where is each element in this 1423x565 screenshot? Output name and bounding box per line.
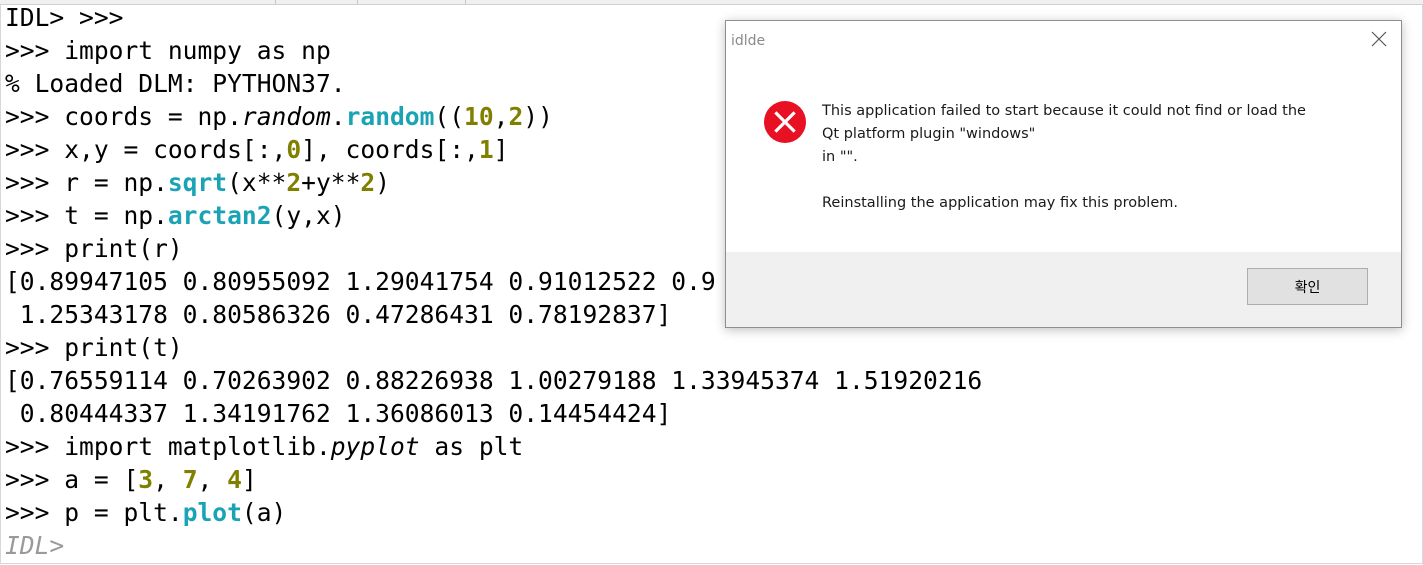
console-line: >>> t = np.arctan2(y,x) [5, 199, 346, 232]
console-line: % Loaded DLM: PYTHON37. [5, 67, 346, 100]
tab[interactable] [358, 0, 466, 4]
console-text: (y,x) [271, 201, 346, 230]
console-text: (( [434, 102, 465, 131]
error-icon [763, 100, 807, 144]
console-line: [0.76559114 0.70263902 0.88226938 1.0027… [5, 364, 982, 397]
console-text: >>> a = [ [5, 465, 139, 494]
console-text: >>> import matplotlib. [5, 432, 331, 461]
console-text: >>> import numpy as np [5, 36, 331, 65]
console-text: >>> r = np. [5, 168, 168, 197]
console-text: >>> print(t) [5, 333, 183, 362]
console-text: 10 [464, 102, 494, 131]
console-text: IDL> >>> [5, 5, 124, 32]
console-line: >>> print(r) [5, 232, 183, 265]
console-line: 1.25343178 0.80586326 0.47286431 0.78192… [5, 298, 672, 331]
console-text: >>> print(r) [5, 234, 183, 263]
console-text: 2 [360, 168, 376, 197]
console-text: , [493, 102, 509, 131]
console-text: IDL> [5, 531, 65, 560]
console-text: 2 [286, 168, 302, 197]
message-line: Reinstalling the application may fix thi… [822, 195, 1178, 211]
console-text: 0 [286, 135, 302, 164]
console-text: 4 [227, 465, 242, 494]
console-line: IDL> [5, 529, 64, 562]
message-line: Qt platform plugin "windows" [822, 126, 1036, 142]
console-text: ) [375, 168, 391, 197]
console-text: >>> t = np. [5, 201, 168, 230]
ok-button[interactable]: 확인 [1247, 268, 1368, 305]
console-text: [0.76559114 0.70263902 0.88226938 1.0027… [5, 366, 983, 395]
console-text: )) [523, 102, 553, 131]
console-text: 1.25343178 0.80586326 0.47286431 0.78192… [5, 300, 672, 329]
console-text: [0.89947105 0.80955092 1.29041754 0.9101… [5, 267, 716, 296]
console-text: as plt [419, 432, 524, 461]
console-text: random [345, 102, 435, 131]
tab[interactable] [276, 0, 358, 4]
console-line: >>> a = [3, 7, 4] [5, 463, 257, 496]
console-text: plot [182, 498, 242, 527]
console-text: random [241, 102, 331, 131]
console-text: (x** [227, 168, 287, 197]
error-message: This application failed to start because… [822, 100, 1382, 215]
console-line: >>> p = plt.plot(a) [5, 496, 286, 529]
console-text: ] [241, 465, 257, 494]
console-text: 3 [138, 465, 154, 494]
console-line: >>> import numpy as np [5, 34, 331, 67]
console-text: >>> x,y = coords[:, [5, 135, 287, 164]
message-line: in "". [822, 149, 858, 165]
console-line: [0.89947105 0.80955092 1.29041754 0.9101… [5, 265, 716, 298]
console-text: . [330, 102, 346, 131]
console-text: (a) [241, 498, 287, 527]
console-text: 1 [478, 135, 494, 164]
console-line: >>> print(t) [5, 331, 183, 364]
console-text: arctan2 [167, 201, 272, 230]
tab[interactable] [0, 0, 276, 4]
close-icon[interactable] [1367, 27, 1391, 51]
console-text: pyplot [330, 432, 420, 461]
message-line: This application failed to start because… [822, 103, 1306, 119]
console-text: +y** [301, 168, 361, 197]
console-line: IDL> >>> [5, 5, 123, 34]
console-text: sqrt [167, 168, 228, 197]
console-text: , [153, 465, 183, 494]
console-line: >>> x,y = coords[:,0], coords[:,1] [5, 133, 508, 166]
console-line: >>> coords = np.random.random((10,2)) [5, 100, 553, 133]
console-text: 2 [508, 102, 524, 131]
error-dialog: idlde This application failed to start b… [725, 20, 1402, 328]
console-text: >>> coords = np. [5, 102, 242, 131]
console-text: , [197, 465, 228, 494]
console-text: >>> p = plt. [5, 498, 183, 527]
console-text: ], coords[:, [301, 135, 479, 164]
console-line: >>> r = np.sqrt(x**2+y**2) [5, 166, 390, 199]
dialog-title: idlde [731, 33, 766, 49]
console-line: >>> import matplotlib.pyplot as plt [5, 430, 523, 463]
console-text: % Loaded DLM: PYTHON37. [5, 69, 346, 98]
console-text: 7 [182, 465, 198, 494]
dialog-footer: 확인 [726, 252, 1401, 327]
console-line: 0.80444337 1.34191762 1.36086013 0.14454… [5, 397, 672, 430]
console-text: ] [493, 135, 509, 164]
console-text: 0.80444337 1.34191762 1.36086013 0.14454… [5, 399, 672, 428]
